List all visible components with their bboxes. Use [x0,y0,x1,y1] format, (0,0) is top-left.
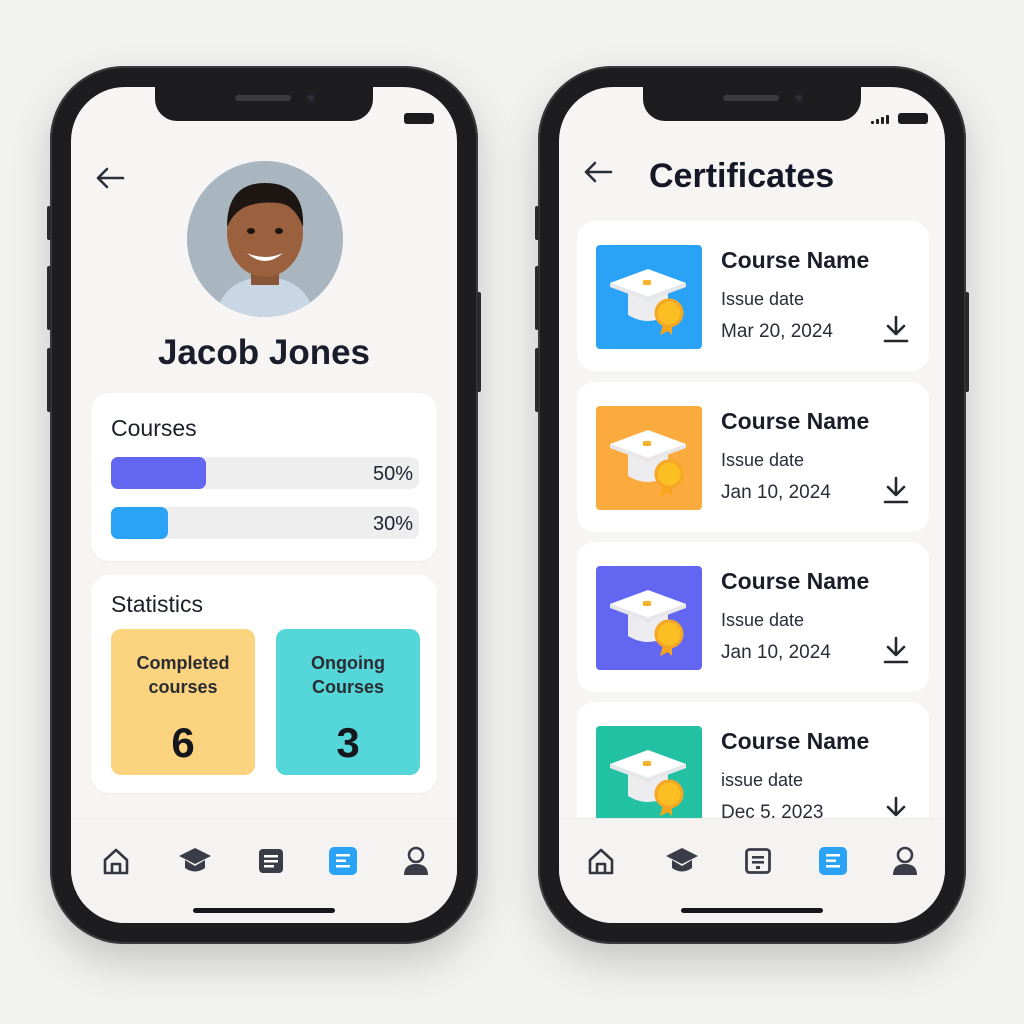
download-icon [883,315,909,343]
notch [155,87,373,121]
back-button[interactable] [93,163,127,193]
nav-certificates[interactable] [815,843,851,879]
graduation-cap-icon [666,848,698,872]
battery-icon [404,113,434,124]
bottom-nav [71,818,457,923]
graduation-cap-medal-icon [610,269,686,335]
notch [643,87,861,121]
statistics-title: Statistics [111,591,204,617]
download-button[interactable] [881,634,911,666]
stat-value: 3 [336,719,360,766]
document-icon [259,849,283,873]
certificate-issue-label: Issue date [721,289,805,309]
avatar [187,161,343,317]
signal-icon [871,115,889,124]
certificate-thumbnail [596,406,702,510]
progress-label: 50% [372,463,413,485]
certificate-card[interactable]: Course Name Issue date Jan 10, 2024 [577,382,929,532]
back-button[interactable] [581,157,615,187]
home-indicator [193,908,335,913]
courses-card: Courses 50% 30% [91,393,437,561]
nav-certificates[interactable] [325,843,361,879]
course-progress-2: 30% [111,507,419,539]
nav-home[interactable] [98,843,134,879]
certificate-thumbnail [596,245,702,349]
stat-value: 6 [171,719,195,766]
home-icon [588,848,614,875]
profile-name: Jacob Jones [157,333,371,372]
phone-certificates: Certificates Course Name Issue date Mar 20… [535,66,969,944]
certificate-date: Jan 10, 2024 [721,642,831,663]
ongoing-courses-tile[interactable]: Ongoing Courses 3 [276,629,420,775]
nav-profile[interactable] [398,843,434,879]
bottom-nav [559,818,945,923]
certificate-card[interactable]: Course Name Issue date Jan 10, 2024 [577,542,929,692]
page-title: Certificates [649,157,835,195]
graduation-cap-medal-icon [610,750,686,816]
certificate-issue-label: Issue date [721,610,805,630]
certificate-issue-label: Issue date [721,450,805,470]
certificate-list-icon [819,847,847,875]
document-icon [745,848,771,874]
certificate-name: Course Name [721,408,870,434]
download-icon [883,636,909,664]
download-button[interactable] [881,313,911,345]
download-button[interactable] [881,474,911,506]
home-icon [103,848,129,875]
progress-fill [111,457,207,489]
courses-title: Courses [111,415,197,441]
course-progress-1: 50% [111,457,419,489]
certificate-name: Course Name [721,728,870,754]
certificate-date: Jan 10, 2024 [721,482,831,503]
phone-profile: Jacob Jones Courses 50% 30% Statistics C… [47,66,481,944]
progress-label: 30% [372,513,413,535]
home-indicator [681,908,823,913]
download-icon [883,476,909,504]
nav-courses[interactable] [177,843,213,879]
arrow-left-icon [584,161,613,183]
certificate-card[interactable]: Course Name Issue date Mar 20, 2024 [577,221,929,371]
certificate-thumbnail [596,566,702,670]
progress-fill [111,507,169,539]
profile-icon [404,846,428,875]
certificates-screen: Certificates Course Name Issue date Mar 20… [559,87,945,923]
certificate-date: Mar 20, 2024 [721,321,833,342]
arrow-left-icon [96,167,125,189]
battery-icon [898,113,928,124]
profile-icon [893,846,917,875]
graduation-cap-medal-icon [610,590,686,656]
statistics-card: Statistics Completed courses 6 Ongoing C… [91,575,437,793]
nav-home[interactable] [583,843,619,879]
nav-documents[interactable] [740,843,776,879]
certificate-name: Course Name [721,568,870,594]
certificate-issue-label: issue date [721,770,804,790]
avatar-portrait [187,161,343,317]
certificate-name: Course Name [721,247,870,273]
completed-courses-tile[interactable]: Completed courses 6 [111,629,255,775]
stat-label: Completed courses [136,653,230,697]
profile-screen: Jacob Jones Courses 50% 30% Statistics C… [71,87,457,923]
certificate-thumbnail [596,726,702,830]
graduation-cap-medal-icon [610,430,686,496]
graduation-cap-icon [179,848,211,872]
stat-label: Ongoing Courses [311,653,385,697]
nav-documents[interactable] [253,843,289,879]
nav-profile[interactable] [887,843,923,879]
certificate-list-icon [329,847,357,875]
nav-courses[interactable] [664,843,700,879]
